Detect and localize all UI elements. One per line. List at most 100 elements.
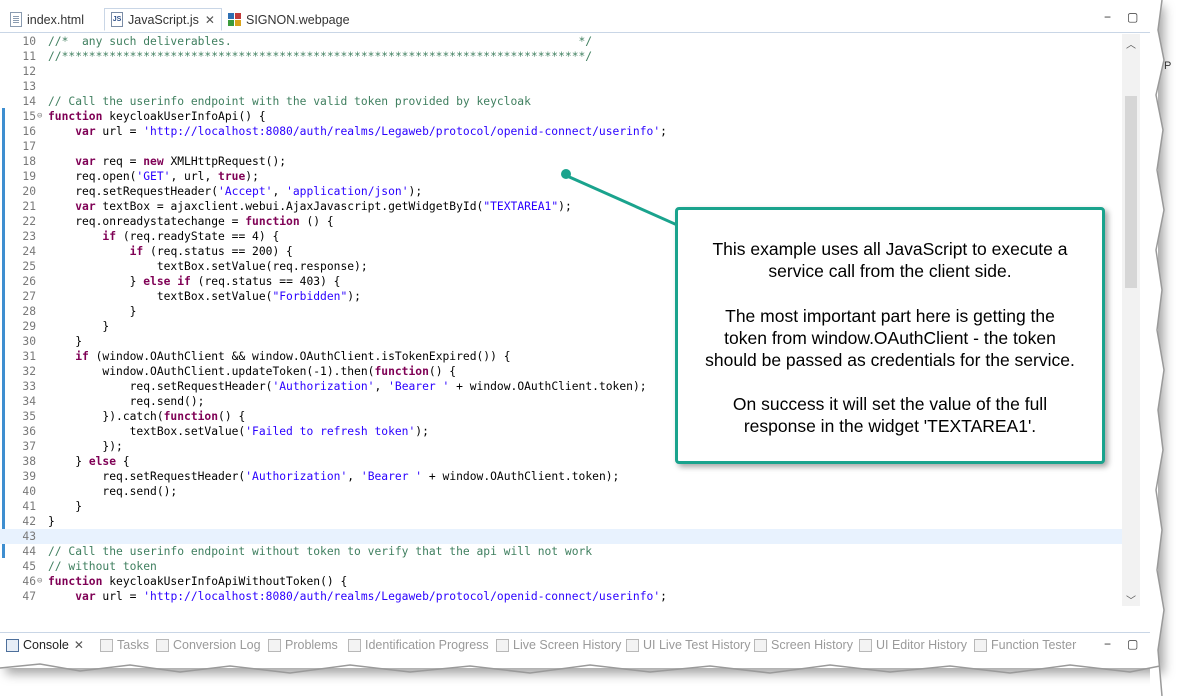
code-text: if (req.readyState == 4) {: [102, 230, 280, 243]
tab-label: Live Screen History: [513, 638, 622, 652]
scroll-up-icon[interactable]: ︿: [1126, 36, 1136, 51]
code-line[interactable]: 12: [0, 64, 1122, 79]
torn-edge-right: [1150, 0, 1165, 696]
code-text: }).catch(function() {: [48, 410, 246, 423]
code-text: req.setRequestHeader('Authorization', 'B…: [48, 380, 647, 393]
code-line[interactable]: 45 // without token: [0, 559, 1122, 574]
line-number: 27: [22, 290, 36, 303]
code-text: });: [48, 440, 123, 453]
code-line[interactable]: 44 // Call the userinfo endpoint without …: [0, 544, 1122, 559]
bottom-panel-tab-bar: Console ✕ Tasks Conversion Log Problems …: [0, 632, 1158, 661]
tab-live-screen-history[interactable]: Live Screen History: [496, 638, 621, 652]
line-number: 10: [22, 35, 36, 48]
line-number: 32: [22, 365, 36, 378]
tab-identification-progress[interactable]: Identification Progress: [348, 638, 489, 652]
tasks-icon: [100, 638, 113, 652]
tab-ui-live-test-history[interactable]: UI Live Test History: [626, 638, 750, 652]
code-text: }: [48, 500, 83, 513]
tab-ui-editor-history[interactable]: UI Editor History: [859, 638, 967, 652]
line-number: 40: [22, 485, 36, 498]
tab-label: UI Editor History: [876, 638, 967, 652]
tab-problems[interactable]: Problems: [268, 638, 338, 652]
tab-label: Tasks: [117, 638, 149, 652]
callout-paragraph-1: This example uses all JavaScript to exec…: [686, 238, 1094, 282]
callout-line: This example uses all JavaScript to exec…: [712, 239, 1068, 259]
ui-live-test-history-icon: [626, 638, 639, 652]
code-line[interactable]: 10 //* any such deliverables. */: [0, 34, 1122, 49]
close-icon[interactable]: ✕: [74, 638, 84, 652]
callout-line: The most important part here is getting …: [725, 306, 1055, 326]
code-line[interactable]: 17: [0, 139, 1122, 154]
line-number: 39: [22, 470, 36, 483]
line-number: 42: [22, 515, 36, 528]
line-number: 35: [22, 410, 36, 423]
code-line[interactable]: 40 req.send();: [0, 484, 1122, 499]
tab-screen-history[interactable]: Screen History: [754, 638, 853, 652]
eclipse-window: index.html JS JavaScript.js ✕ SIGNON.web…: [0, 0, 1158, 668]
fold-icon[interactable]: ⊖: [37, 109, 42, 124]
conversion-log-icon: [156, 638, 169, 652]
line-number: 36: [22, 425, 36, 438]
minimize-icon[interactable]: −: [1104, 637, 1111, 651]
tab-tasks[interactable]: Tasks: [100, 638, 149, 652]
code-line[interactable]: 46 ⊖ function keycloakUserInfoApiWithoutTo…: [0, 574, 1122, 589]
code-line[interactable]: 16 var url = 'http://localhost:8080/auth…: [0, 124, 1122, 139]
minimize-icon[interactable]: −: [1104, 10, 1111, 24]
scrollbar-thumb[interactable]: [1125, 96, 1137, 288]
code-line[interactable]: 47 var url = 'http://localhost:8080/auth…: [0, 589, 1122, 604]
code-line[interactable]: 13: [0, 79, 1122, 94]
code-text: }: [48, 320, 110, 333]
line-number: 37: [22, 440, 36, 453]
code-text: //* any such deliverables. */: [48, 35, 593, 48]
fold-icon[interactable]: ⊖: [37, 574, 42, 589]
scroll-down-icon[interactable]: ﹀: [1126, 592, 1136, 607]
tab-console[interactable]: Console ✕: [6, 638, 84, 652]
code-text: }: [48, 335, 83, 348]
code-text: textBox.setValue("Forbidden");: [48, 290, 361, 303]
code-text: if (req.status == 200) {: [129, 245, 293, 258]
tab-label: index.html: [27, 12, 84, 27]
callout-line: token from window.OAuthClient - the toke…: [724, 328, 1056, 348]
line-number: 11: [22, 50, 36, 63]
tab-label: Function Tester: [991, 638, 1077, 652]
tab-conversion-log[interactable]: Conversion Log: [156, 638, 261, 652]
code-line[interactable]: 11 //************************************…: [0, 49, 1122, 64]
code-line[interactable]: 41 }: [0, 499, 1122, 514]
code-line[interactable]: 43: [0, 529, 1122, 544]
code-text: function keycloakUserInfoApi() {: [48, 110, 266, 123]
code-text: var url = 'http://localhost:8080/auth/re…: [75, 125, 667, 138]
line-number: 46: [22, 575, 36, 588]
code-text: if (window.OAuthClient && window.OAuthCl…: [75, 350, 511, 363]
maximize-icon[interactable]: ▢: [1127, 637, 1138, 651]
line-number: 29: [22, 320, 36, 333]
webpage-icon: [228, 12, 241, 27]
code-line[interactable]: 20 req.setRequestHeader('Accept', 'appli…: [0, 184, 1122, 199]
line-number: 38: [22, 455, 36, 468]
code-line[interactable]: 18 var req = new XMLHttpRequest();: [0, 154, 1122, 169]
code-text: var url = 'http://localhost:8080/auth/re…: [75, 590, 667, 603]
tab-signon-webpage[interactable]: SIGNON.webpage: [222, 8, 356, 31]
code-line[interactable]: 42}: [0, 514, 1122, 529]
maximize-icon[interactable]: ▢: [1127, 10, 1138, 24]
line-number: 21: [22, 200, 36, 213]
tab-index-html[interactable]: index.html: [4, 8, 90, 31]
code-line[interactable]: 14 // Call the userinfo endpoint with the…: [0, 94, 1122, 109]
tab-function-tester[interactable]: Function Tester: [974, 638, 1076, 652]
line-number: 44: [22, 545, 36, 558]
line-number: 12: [22, 65, 36, 78]
callout-line: service call from the client side.: [768, 261, 1012, 281]
tab-label: Problems: [285, 638, 338, 652]
line-number: 47: [22, 590, 36, 603]
code-line[interactable]: 15 ⊖ function keycloakUserInfoApi() {: [0, 109, 1122, 124]
js-file-icon: JS: [111, 12, 123, 27]
code-text: req.open('GET', url, true);: [48, 170, 259, 183]
line-number: 16: [22, 125, 36, 138]
code-text: // without token: [48, 560, 157, 573]
tab-javascript-js[interactable]: JS JavaScript.js ✕: [104, 8, 222, 31]
close-icon[interactable]: ✕: [205, 13, 215, 27]
code-text: } else {: [48, 455, 130, 468]
identification-progress-icon: [348, 638, 361, 652]
callout-line: On success it will set the value of the …: [732, 394, 1048, 414]
code-line[interactable]: 39 req.setRequestHeader('Authorization',…: [0, 469, 1122, 484]
code-text: // Call the userinfo endpoint with the v…: [48, 95, 531, 108]
